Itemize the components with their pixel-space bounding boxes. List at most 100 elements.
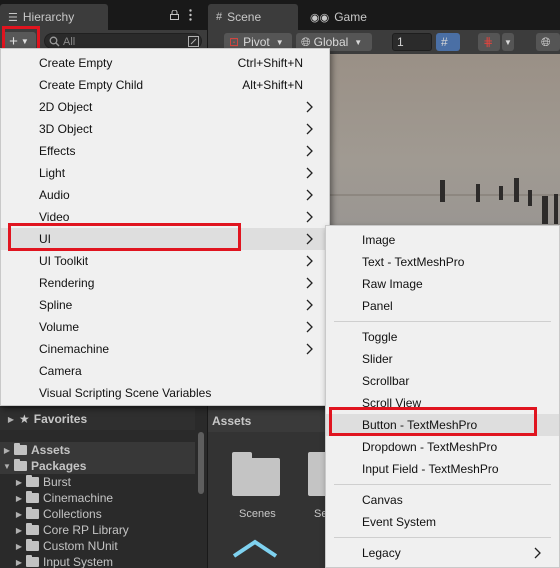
more-options-icon[interactable] — [189, 9, 192, 21]
menu-item-toggle[interactable]: Toggle — [326, 326, 559, 348]
menu-item-label: Video — [39, 210, 70, 224]
menu-item-label: Cinemachine — [39, 342, 110, 356]
scene-post — [528, 190, 532, 206]
chevron-right-icon — [306, 321, 313, 333]
pivot-label: Pivot — [243, 35, 270, 49]
tree-item-label: Assets — [31, 443, 71, 457]
asset-thumbnail-icon[interactable] — [230, 538, 280, 558]
tab-scene[interactable]: # Scene — [208, 4, 298, 30]
chevron-down-icon: ▼ — [20, 37, 29, 46]
menu-item-visual-scripting-scene-variables[interactable]: Visual Scripting Scene Variables — [1, 382, 329, 404]
menu-item-text-textmeshpro[interactable]: Text - TextMeshPro — [326, 251, 559, 273]
menu-item-label: Visual Scripting Scene Variables — [39, 386, 212, 400]
menu-item-3d-object[interactable]: 3D Object — [1, 118, 329, 140]
menu-item-label: UI Toolkit — [39, 254, 89, 268]
menu-item-create-empty[interactable]: Create Empty Ctrl+Shift+N — [1, 52, 329, 74]
menu-item-scrollbar[interactable]: Scrollbar — [326, 370, 559, 392]
snap-increment-field[interactable]: 1 — [392, 33, 432, 51]
menu-item-shortcut: Alt+Shift+N — [242, 78, 303, 92]
menu-item-image[interactable]: Image — [326, 229, 559, 251]
tab-game[interactable]: ◉◉ Game — [302, 4, 382, 30]
menu-item-label: UI — [39, 232, 51, 246]
menu-item-label: Volume — [39, 320, 80, 334]
tree-item-label: Core RP Library — [43, 523, 129, 537]
folder-tree-scrollbar-thumb[interactable] — [198, 432, 204, 494]
tab-hierarchy-label: Hierarchy — [22, 10, 75, 24]
chevron-right-icon: ▶ — [3, 445, 11, 455]
menu-item-label: Input Field - TextMeshPro — [362, 462, 499, 476]
tree-item-packages[interactable]: ▼ Packages — [0, 458, 195, 474]
grid-icon: # — [216, 11, 223, 23]
tab-hierarchy[interactable]: ☰ Hierarchy — [0, 4, 108, 30]
tree-item-collections[interactable]: ▶ Collections — [0, 506, 195, 522]
chevron-right-icon — [306, 101, 313, 113]
favorites-header[interactable]: ▶ ★ Favorites — [0, 408, 195, 430]
menu-item-button-textmeshpro[interactable]: Button - TextMeshPro — [326, 414, 559, 436]
menu-item-label: Scrollbar — [362, 374, 410, 388]
favorites-label: Favorites — [33, 412, 88, 426]
menu-item-panel[interactable]: Panel — [326, 295, 559, 317]
menu-item-event-system[interactable]: Event System — [326, 511, 559, 533]
folder-icon — [26, 539, 39, 551]
folder-icon — [26, 507, 39, 519]
menu-item-cinemachine[interactable]: Cinemachine — [1, 338, 329, 360]
menu-item-light[interactable]: Light — [1, 162, 329, 184]
tree-item-custom-nunit[interactable]: ▶ Custom NUnit — [0, 538, 195, 554]
tree-item-assets[interactable]: ▶ Assets — [0, 442, 195, 458]
menu-item-spline[interactable]: Spline — [1, 294, 329, 316]
menu-item-scroll-view[interactable]: Scroll View — [326, 392, 559, 414]
globe-icon: 🌐︎ — [541, 34, 551, 49]
lock-icon[interactable] — [170, 10, 179, 20]
search-input[interactable] — [63, 35, 173, 48]
chevron-right-icon: ▶ — [15, 557, 23, 567]
menu-item-label: 2D Object — [39, 100, 93, 114]
menu-item-volume[interactable]: Volume — [1, 316, 329, 338]
create-context-menu: Create Empty Ctrl+Shift+N Create Empty C… — [0, 48, 330, 406]
menu-item-2d-object[interactable]: 2D Object — [1, 96, 329, 118]
menu-item-dropdown-textmeshpro[interactable]: Dropdown - TextMeshPro — [326, 436, 559, 458]
menu-item-legacy[interactable]: Legacy — [326, 542, 559, 564]
folder-icon — [26, 475, 39, 487]
scene-gizmo-button[interactable]: 🌐︎ — [536, 33, 560, 51]
menu-item-slider[interactable]: Slider — [326, 348, 559, 370]
chevron-right-icon: ▶ — [15, 493, 23, 503]
snap-settings-button[interactable]: ⋕ — [478, 33, 500, 51]
folder-icon[interactable] — [232, 452, 280, 496]
search-filter-icon[interactable] — [188, 36, 199, 47]
grid-snap-toggle[interactable]: # — [436, 33, 460, 51]
chevron-right-icon: ▶ — [15, 541, 23, 551]
menu-item-ui[interactable]: UI — [1, 228, 329, 250]
menu-item-canvas[interactable]: Canvas — [326, 489, 559, 511]
tree-item-burst[interactable]: ▶ Burst — [0, 474, 195, 490]
menu-item-label: Event System — [362, 515, 437, 529]
asset-item-label: Scenes — [239, 508, 276, 520]
scene-post — [476, 184, 480, 202]
menu-item-effects[interactable]: Effects — [1, 140, 329, 162]
menu-item-camera[interactable]: Camera — [1, 360, 329, 382]
menu-item-label: Camera — [39, 364, 82, 378]
chevron-right-icon — [306, 167, 313, 179]
menu-item-video[interactable]: Video — [1, 206, 329, 228]
tree-item-input-system[interactable]: ▶ Input System — [0, 554, 195, 568]
menu-item-label: Effects — [39, 144, 76, 158]
menu-item-audio[interactable]: Audio — [1, 184, 329, 206]
tree-item-label: Custom NUnit — [43, 539, 118, 553]
menu-item-rendering[interactable]: Rendering — [1, 272, 329, 294]
menu-item-label: Scroll View — [362, 396, 422, 410]
tree-item-core-rp-library[interactable]: ▶ Core RP Library — [0, 522, 195, 538]
menu-separator — [334, 484, 551, 485]
menu-item-raw-image[interactable]: Raw Image — [326, 273, 559, 295]
tab-scene-label: Scene — [227, 10, 262, 24]
menu-item-input-field-textmeshpro[interactable]: Input Field - TextMeshPro — [326, 458, 559, 480]
menu-item-label: 3D Object — [39, 122, 93, 136]
chevron-right-icon: ▶ — [15, 509, 23, 519]
tree-item-cinemachine[interactable]: ▶ Cinemachine — [0, 490, 195, 506]
menu-item-label: Audio — [39, 188, 70, 202]
menu-item-label: Image — [362, 233, 396, 247]
menu-item-label: Spline — [39, 298, 73, 312]
scene-post — [499, 186, 503, 200]
snap-settings-dropdown[interactable]: ▼ — [502, 33, 514, 51]
search-field[interactable] — [44, 33, 202, 49]
menu-item-ui-toolkit[interactable]: UI Toolkit — [1, 250, 329, 272]
menu-item-create-empty-child[interactable]: Create Empty Child Alt+Shift+N — [1, 74, 329, 96]
